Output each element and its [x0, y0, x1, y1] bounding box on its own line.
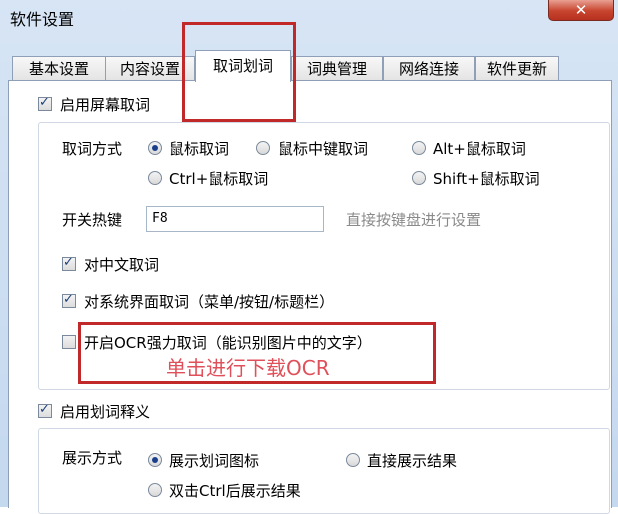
tab-capture[interactable]: 取词划词: [195, 50, 291, 82]
tab-update[interactable]: 软件更新: [475, 56, 559, 81]
hotkey-input[interactable]: F8: [146, 206, 324, 232]
hotkey-hint: 直接按键盘进行设置: [346, 211, 482, 229]
settings-window: 软件设置 ✕ 基本设置 内容设置 取词划词 词典管理 网络连接 软件更新 启用屏…: [0, 0, 618, 514]
close-icon: ✕: [574, 1, 588, 19]
enable-capture-label: 启用屏幕取词: [60, 96, 151, 114]
mode-shift-label: Shift+鼠标取词: [433, 170, 540, 188]
mode-ctrl-label: Ctrl+鼠标取词: [169, 170, 269, 188]
display-mode-label: 展示方式: [62, 449, 123, 467]
tab-basic[interactable]: 基本设置: [12, 56, 106, 81]
capture-mode-label: 取词方式: [62, 140, 123, 158]
enable-selection-label: 启用划词释义: [60, 403, 151, 421]
mode-ctrl-radio[interactable]: [148, 171, 162, 185]
system-ui-label: 对系统界面取词（菜单/按钮/标题栏）: [84, 293, 335, 311]
close-button[interactable]: ✕: [548, 0, 614, 21]
hotkey-label: 开关热键: [62, 211, 123, 229]
mode-middle-radio[interactable]: [256, 141, 270, 155]
system-ui-checkbox[interactable]: [62, 292, 76, 308]
tab-network[interactable]: 网络连接: [383, 56, 475, 81]
display-ctrl-label: 双击Ctrl后展示结果: [169, 482, 301, 500]
chinese-capture-checkbox[interactable]: [62, 255, 76, 271]
mode-middle-label: 鼠标中键取词: [278, 140, 369, 158]
tab-dictionary[interactable]: 词典管理: [291, 56, 383, 81]
selection-group: [38, 428, 610, 514]
display-direct-radio[interactable]: [346, 453, 360, 467]
display-icon-label: 展示划词图标: [169, 452, 260, 470]
window-title: 软件设置: [10, 10, 75, 29]
chinese-capture-label: 对中文取词: [84, 256, 160, 274]
ocr-checkbox[interactable]: [62, 335, 76, 349]
display-ctrl-radio[interactable]: [148, 483, 162, 497]
annotation-text: 单击进行下载OCR: [166, 356, 330, 380]
title-bar: 软件设置 ✕: [0, 0, 618, 34]
mode-alt-radio[interactable]: [412, 141, 426, 155]
display-direct-label: 直接展示结果: [367, 452, 458, 470]
enable-capture-checkbox[interactable]: [38, 95, 52, 111]
mode-mouse-label: 鼠标取词: [169, 140, 230, 158]
mode-mouse-radio[interactable]: [148, 141, 162, 155]
mode-shift-radio[interactable]: [412, 171, 426, 185]
display-icon-radio[interactable]: [148, 453, 162, 467]
mode-alt-label: Alt+鼠标取词: [433, 140, 526, 158]
enable-selection-checkbox[interactable]: [38, 402, 52, 418]
